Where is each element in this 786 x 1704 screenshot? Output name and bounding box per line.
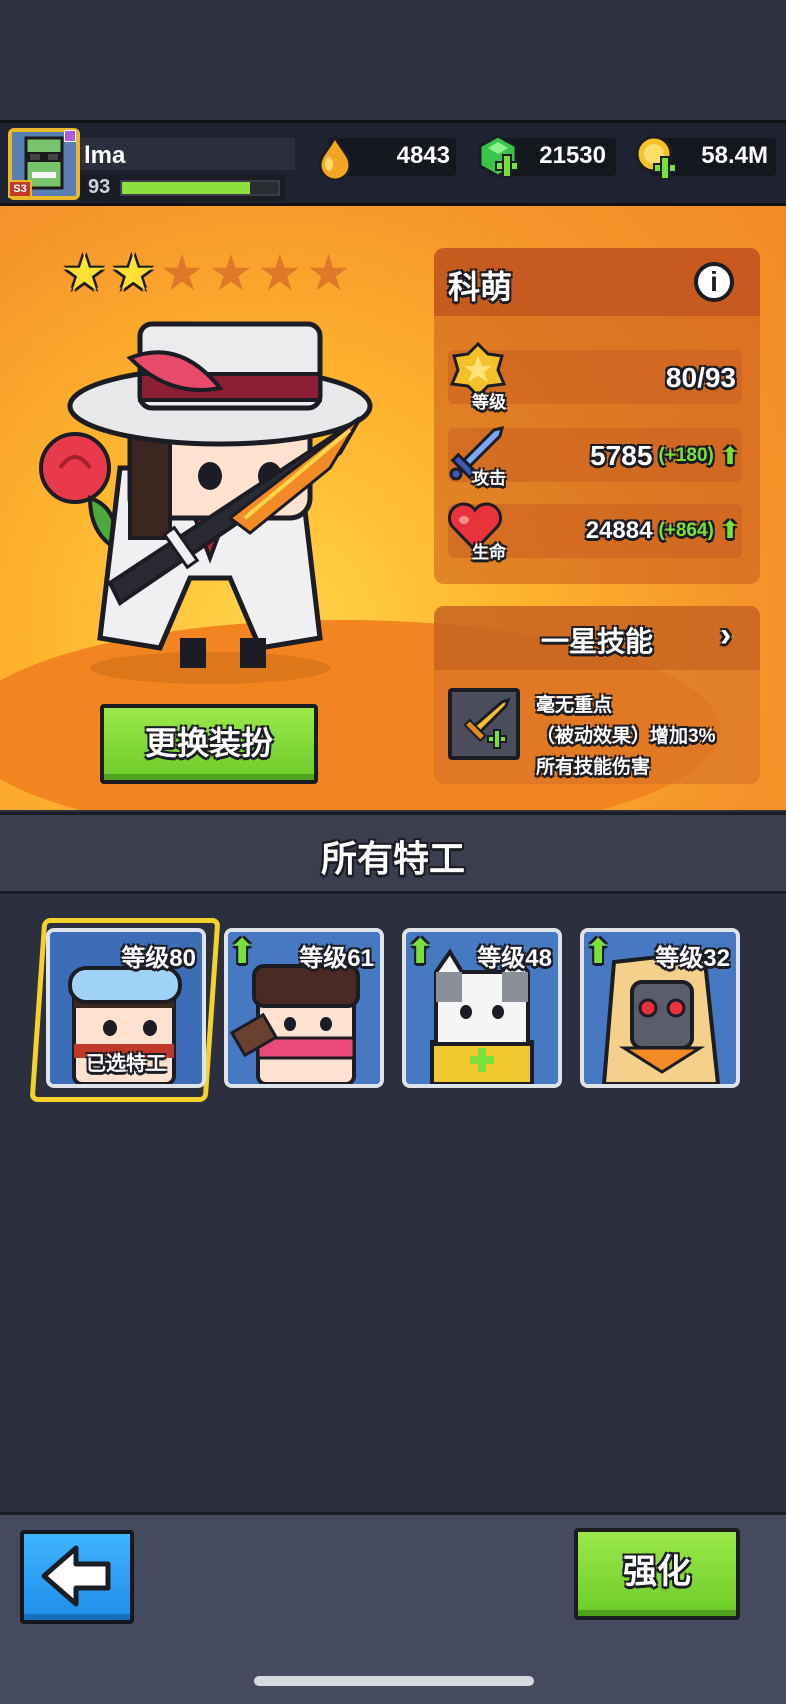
green-gem-icon[interactable] [476, 132, 520, 182]
back-button[interactable] [20, 1530, 134, 1624]
hero-name: 科萌 [448, 269, 513, 305]
agent-level-2: 等级61 [299, 945, 374, 972]
star-filled-icon: ★ [62, 245, 107, 301]
stat-bonus-attack: (+180) [658, 445, 714, 466]
gem-value: 21530 [539, 142, 606, 169]
upgrade-arrow-icon: ⬆ [719, 517, 740, 544]
energy-drop-icon [318, 134, 352, 180]
home-indicator[interactable] [254, 1676, 534, 1686]
upgrade-arrow-icon: ⬆ [719, 442, 740, 470]
change-outfit-button[interactable]: 更换装扮 [100, 704, 318, 784]
info-icon[interactable]: i [694, 262, 734, 302]
agent-level-3: 等级48 [477, 945, 552, 972]
stat-label-attack: 攻击 [472, 469, 506, 488]
upgrade-button[interactable]: 强化 [574, 1528, 740, 1620]
stat-value-attack: 5785 [590, 440, 653, 471]
star-empty-icon: ★ [208, 245, 254, 301]
arrow-left-icon [41, 1545, 111, 1607]
xp-bar [120, 180, 280, 196]
section-title: 所有特工 [320, 838, 465, 879]
agent-level-4: 等级32 [655, 945, 730, 972]
skill-line-3: 所有技能伤害 [536, 757, 651, 778]
coin-value: 58.4M [701, 142, 768, 169]
upgrade-label: 强化 [623, 1553, 691, 1591]
hero-character-illustration [39, 321, 373, 684]
agent-card-4[interactable]: ⬆ 等级32 [580, 928, 740, 1088]
skill-icon-frame[interactable] [448, 688, 520, 760]
star-filled-icon: ★ [110, 245, 156, 301]
skill-description: 毫无重点 （被动效果）增加3% 所有技能伤害 [536, 690, 715, 783]
stat-health-values: 24884 (+864) ⬆ [520, 516, 740, 545]
skill-title: 一星技能 [540, 626, 653, 657]
skill-line-2: （被动效果）增加3% [536, 726, 716, 747]
stat-label-health: 生命 [472, 543, 506, 562]
star-empty-icon: ★ [306, 245, 351, 301]
stat-attack-values: 5785 (+180) ⬆ [520, 440, 740, 472]
gold-coin-icon[interactable] [634, 134, 678, 182]
notification-dot-icon [64, 130, 76, 142]
chevron-right-icon[interactable]: › [720, 616, 731, 655]
change-outfit-label: 更换装扮 [144, 725, 273, 761]
agent-card-2[interactable]: ⬆ 等级61 [224, 928, 384, 1088]
star-empty-icon: ★ [257, 245, 303, 301]
agent-card-3[interactable]: ⬆ 等级48 [402, 928, 562, 1088]
stat-bonus-health: (+864) [658, 519, 714, 541]
stat-label-level: 等级 [472, 393, 506, 412]
xp-bar-fill [122, 182, 250, 194]
upgrade-arrow-icon: ⬆ [228, 933, 257, 971]
player-name: lma [84, 142, 126, 169]
selected-agent-label: 已选特工 [86, 1053, 166, 1075]
energy-value: 4843 [396, 142, 450, 169]
stat-value-health: 24884 [585, 516, 653, 544]
star-empty-icon: ★ [159, 245, 205, 301]
agent-card-1[interactable]: 等级80 已选特工 [46, 928, 206, 1088]
player-level: 93 [88, 176, 111, 198]
upgrade-arrow-icon: ⬆ [584, 933, 613, 971]
star-rating: ★ ★ ★ ★ ★ ★ [62, 248, 351, 298]
agent-level-1: 等级80 [121, 945, 196, 972]
golden-sword-skill-icon [463, 697, 511, 749]
season-badge: S3 [8, 180, 32, 198]
upgrade-arrow-icon: ⬆ [406, 933, 435, 971]
skill-name: 毫无重点 [536, 695, 613, 716]
stat-value-level: 80/93 [665, 362, 736, 393]
